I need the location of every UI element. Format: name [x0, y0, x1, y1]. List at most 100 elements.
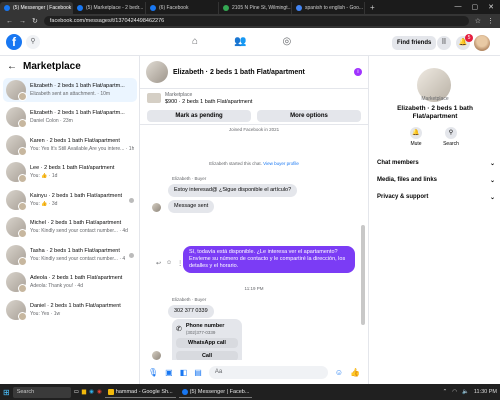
reload-icon[interactable]: ↻	[32, 17, 38, 25]
like-icon[interactable]: 👍	[350, 368, 360, 377]
listing-thumbnail	[6, 300, 27, 321]
marketplace-label: Marketplace	[421, 96, 449, 102]
more-options-button[interactable]: More options	[257, 110, 361, 122]
tab-google[interactable]: spanish to english - Goo...	[292, 2, 365, 14]
react-icon[interactable]: ☺	[166, 260, 172, 267]
listing-thumbnail	[6, 80, 27, 101]
phone-message[interactable]: 302 377 0339	[168, 305, 214, 318]
chat-members-section[interactable]: Chat members ⌄	[377, 160, 495, 167]
menu-icon[interactable]: ⋮	[487, 17, 494, 25]
search-icon[interactable]: ⚲	[26, 35, 40, 49]
whatsapp-call-button[interactable]: WhatsApp call	[176, 338, 238, 348]
taskbar-search[interactable]: Search	[12, 386, 71, 398]
view-buyer-profile-link[interactable]: View buyer profile	[263, 161, 299, 166]
chrome-icon[interactable]: ◉	[97, 389, 102, 395]
clock[interactable]: 11:30 PM	[474, 389, 497, 395]
minimize-icon[interactable]: —	[455, 3, 462, 11]
file-explorer-icon[interactable]: ▆	[82, 389, 86, 395]
edge-icon[interactable]: ◉	[89, 389, 94, 395]
facebook-logo[interactable]: f	[6, 34, 22, 50]
chat-scrollbar[interactable]	[361, 225, 365, 325]
new-tab-button[interactable]: +	[365, 3, 380, 12]
facebook-icon	[77, 5, 83, 11]
image-icon[interactable]: ▣	[165, 368, 173, 377]
system-tray: ⌃ ◠ 🔈 11:30 PM	[443, 389, 497, 395]
profile-name: Elizabeth · 2 beds 1 bath Flat/apartment	[397, 105, 473, 120]
sticker-icon[interactable]: ◧	[180, 368, 188, 377]
windows-start-icon[interactable]: ⊞	[3, 388, 10, 397]
conversation-item[interactable]: Adeola · 2 beds 1 bath Flat/apartment Ade…	[3, 270, 137, 294]
sender-label: Elizabeth · Buyer	[172, 297, 207, 302]
media-files-section[interactable]: Media, files and links ⌄	[377, 177, 495, 184]
reply-icon[interactable]: ↩	[156, 260, 161, 267]
friends-icon[interactable]: 👥	[234, 36, 246, 47]
menu-grid-icon[interactable]: ⠿	[437, 36, 451, 50]
back-arrow-icon[interactable]: ←	[7, 61, 17, 72]
conversation-item[interactable]: Tasha · 2 beds 1 bath Flat/apartment You:…	[3, 243, 137, 267]
conversation-item[interactable]: Elizabeth · 2 beds 1 bath Flat/apartm...…	[3, 78, 137, 102]
chat-header: Elizabeth · 2 beds 1 bath Flat/apartment…	[140, 56, 368, 89]
chat-panel: Elizabeth · 2 beds 1 bath Flat/apartment…	[140, 56, 368, 384]
browser-tab-bar: (5) Messenger | Facebook✕ (5) Marketplac…	[0, 0, 500, 14]
home-icon[interactable]: ⌂	[192, 36, 198, 47]
tab-address[interactable]: 2105 N Pine St, Wilmingt...	[219, 2, 292, 14]
close-window-icon[interactable]: ✕	[488, 3, 494, 11]
mark-as-pending-button[interactable]: Mark as pending	[147, 110, 251, 122]
mute-button[interactable]: 🔔 Mute	[406, 127, 426, 147]
conversation-item[interactable]: Lee · 2 beds 1 bath Flat/apartment You: 👍…	[3, 160, 137, 184]
taskbar-app-sheets[interactable]: hammad - Google Sh...	[104, 386, 176, 398]
chevron-up-icon[interactable]: ⌃	[443, 389, 448, 395]
chevron-down-icon: ⌄	[489, 161, 495, 167]
marketplace-listing-banner[interactable]: Marketplace $900 · 2 beds 1 bath Flat/ap…	[140, 89, 368, 107]
listing-thumbnail	[6, 217, 27, 238]
tab-facebook[interactable]: (6) Facebook	[146, 2, 219, 14]
chevron-down-icon: ⌄	[489, 178, 495, 184]
microphone-icon[interactable]: 🎙	[148, 368, 158, 377]
phone-icon: ✆	[176, 326, 182, 333]
chat-title[interactable]: Elizabeth · 2 beds 1 bath Flat/apartment	[173, 69, 305, 76]
marketplace-inbox: ← Marketplace Elizabeth · 2 beds 1 bath …	[0, 56, 140, 384]
facebook-icon	[4, 5, 10, 11]
taskbar-app-messenger[interactable]: (5) Messenger | Faceb...	[178, 386, 253, 398]
find-friends-button[interactable]: Find friends	[392, 36, 437, 50]
tab-marketplace[interactable]: (5) Marketplace - 2 bedr...	[73, 2, 146, 14]
search-button[interactable]: ⚲ Search	[441, 127, 461, 147]
outgoing-message[interactable]: Sí, todavía está disponible. ¿Le interes…	[183, 246, 355, 273]
incoming-message[interactable]: Message sent	[168, 200, 215, 213]
privacy-support-section[interactable]: Privacy & support ⌄	[377, 194, 495, 201]
conversation-item[interactable]: Michel · 2 beds 1 bath Flat/apartment You…	[3, 215, 137, 239]
speaker-icon[interactable]: 🔈	[462, 389, 469, 395]
gif-icon[interactable]: ▤	[194, 368, 202, 377]
task-view-icon[interactable]: ▭	[74, 389, 79, 395]
chat-started-note: Elizabeth started this chat. View buyer …	[209, 161, 299, 166]
timestamp: 11:19 PM	[244, 286, 264, 291]
profile-avatar[interactable]	[474, 35, 490, 51]
call-button[interactable]: Call	[176, 351, 238, 360]
seen-avatar	[129, 197, 134, 203]
wifi-icon[interactable]: ◠	[452, 389, 457, 395]
maps-icon	[223, 5, 229, 11]
groups-icon[interactable]: ◎	[283, 36, 292, 47]
sender-avatar	[152, 351, 161, 360]
chrome-icon	[181, 388, 188, 395]
star-icon[interactable]: ☆	[475, 17, 481, 25]
conversation-item[interactable]: Elizabeth · 2 beds 1 bath Flat/apartm...…	[3, 105, 137, 129]
conversation-item[interactable]: Daniel · 2 beds 1 bath Flat/apartment You…	[3, 298, 137, 322]
back-icon[interactable]: ←	[6, 18, 13, 25]
address-bar: ← → ↻ facebook.com/messages/t/1370424498…	[0, 14, 500, 28]
message-input[interactable]: Aa	[208, 365, 328, 379]
conversation-item[interactable]: Karen · 2 beds 1 bath Flat/apartment You:…	[3, 133, 137, 157]
facebook-top-nav: f ⚲ ⌂ 👥 ◎ Find friends ⠿ 🔔 5	[0, 28, 500, 56]
conversation-item[interactable]: Kainyu · 2 beds 1 bath Flat/apartment You…	[3, 188, 137, 212]
forward-icon[interactable]: →	[19, 18, 26, 25]
emoji-icon[interactable]: ☺	[335, 368, 343, 377]
tab-messenger[interactable]: (5) Messenger | Facebook✕	[0, 2, 73, 14]
joined-note: Joined Facebook in 2021	[228, 127, 280, 132]
listing-thumbnail	[6, 135, 27, 156]
search-icon: ⚲	[445, 127, 457, 139]
incoming-message[interactable]: Estoy interesad@ ¿Sigue disponible el ar…	[168, 184, 298, 197]
url-field[interactable]: facebook.com/messages/t/1370424498462276	[43, 16, 469, 26]
chat-avatar[interactable]	[146, 61, 168, 83]
info-icon[interactable]: i	[354, 68, 362, 76]
maximize-icon[interactable]: ▢	[472, 3, 479, 11]
